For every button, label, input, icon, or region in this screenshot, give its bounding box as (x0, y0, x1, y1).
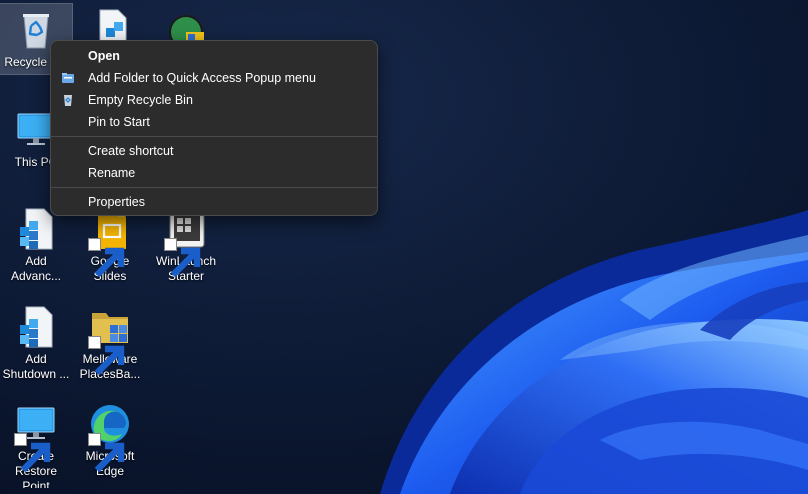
desktop-icon-google-slides[interactable]: Google Slides (74, 203, 146, 293)
menu-separator (51, 136, 377, 137)
menu-item-rename[interactable]: Rename (55, 162, 373, 184)
menu-item-add-folder-quick-access[interactable]: Add Folder to Quick Access Popup menu (55, 67, 373, 89)
menu-item-open[interactable]: Open (55, 45, 373, 67)
edge-icon (88, 402, 132, 473)
quick-access-icon (62, 73, 74, 83)
shortcut-arrow-icon (14, 433, 51, 473)
desktop-icon-winlaunch-starter[interactable]: WinLaunch Starter (150, 203, 222, 293)
desktop-icon-label: Add Shutdown ... (2, 352, 70, 381)
desktop-icon-add-advanced[interactable]: Add Advanc... (0, 203, 72, 293)
menu-item-create-shortcut[interactable]: Create shortcut (55, 140, 373, 162)
desktop-icon-microsoft-edge[interactable]: Microsoft Edge (74, 398, 146, 488)
shortcut-arrow-icon (164, 238, 201, 278)
monitor-icon (14, 402, 58, 473)
menu-item-properties[interactable]: Properties (55, 191, 373, 213)
menu-item-label: Empty Recycle Bin (88, 93, 193, 107)
context-menu: Open Add Folder to Quick Access Popup me… (50, 40, 378, 216)
menu-item-empty-recycle-bin[interactable]: Empty Recycle Bin (55, 89, 373, 111)
menu-item-label: Properties (88, 195, 145, 209)
desktop-icon-label: Add Advanc... (10, 254, 62, 283)
shortcut-arrow-icon (88, 336, 125, 376)
menu-separator (51, 187, 377, 188)
menu-item-label: Open (88, 49, 120, 63)
menu-item-label: Add Folder to Quick Access Popup menu (88, 71, 316, 85)
desktop-icon-create-restore-point[interactable]: Create Restore Point (0, 398, 72, 488)
menu-item-label: Pin to Start (88, 115, 150, 129)
shortcut-arrow-icon (88, 238, 125, 278)
menu-item-label: Rename (88, 166, 136, 180)
registry-file-icon (14, 305, 58, 349)
menu-item-label: Create shortcut (88, 144, 174, 158)
folder-icon (88, 305, 132, 376)
recycle-bin-small-icon (64, 95, 72, 106)
menu-item-pin-to-start[interactable]: Pin to Start (55, 111, 373, 133)
shortcut-arrow-icon (88, 433, 125, 473)
desktop-icon-add-shutdown[interactable]: Add Shutdown ... (0, 301, 72, 391)
desktop-icon-melloware-placesbar[interactable]: Melloware PlacesBa... (74, 301, 146, 391)
